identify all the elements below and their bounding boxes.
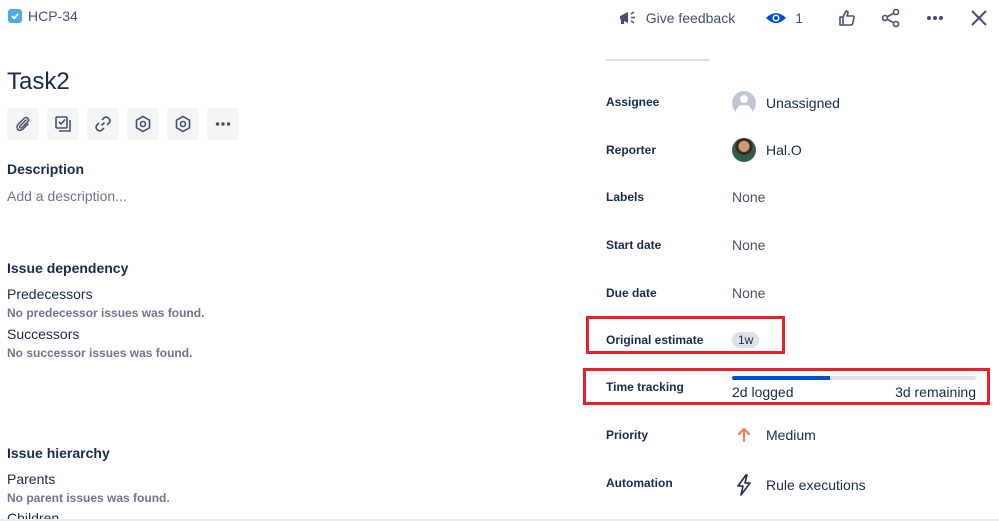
priority-value[interactable]: Medium <box>732 427 816 443</box>
task-type-icon <box>8 9 22 23</box>
eye-icon <box>766 13 787 23</box>
reporter-label: Reporter <box>606 143 657 157</box>
link-issue-button[interactable] <box>87 108 119 140</box>
start-date-label: Start date <box>606 238 662 252</box>
rule-executions-link: Rule executions <box>766 477 866 493</box>
thumbs-up-icon <box>839 10 855 26</box>
more-actions-button[interactable] <box>923 6 947 30</box>
app-action-button-2[interactable] <box>167 108 199 140</box>
give-feedback-label: Give feedback <box>645 10 736 26</box>
issue-actions-bar: Give feedback 1 <box>618 6 991 30</box>
link-icon <box>95 116 111 132</box>
avatar <box>732 138 756 162</box>
lightning-icon <box>737 474 751 496</box>
priority-medium-icon <box>738 427 750 442</box>
attach-icon <box>16 116 30 132</box>
issue-toolbar <box>7 108 239 140</box>
reporter-value[interactable]: Hal.O <box>732 138 802 162</box>
more-icon <box>215 122 231 126</box>
description-input[interactable]: Add a description... <box>7 188 127 204</box>
description-heading: Description <box>7 161 85 177</box>
issue-key-link[interactable]: HCP-34 <box>8 8 78 24</box>
labels-label: Labels <box>606 190 645 204</box>
highlight-time-tracking <box>583 368 990 405</box>
predecessors-label: Predecessors <box>7 286 93 302</box>
due-date-label: Due date <box>606 286 657 300</box>
automation-value[interactable]: Rule executions <box>732 474 866 496</box>
add-child-issue-button[interactable] <box>47 108 79 140</box>
issue-title[interactable]: Task2 <box>7 68 70 96</box>
attach-button[interactable] <box>7 108 39 140</box>
issue-hierarchy-heading: Issue hierarchy <box>7 445 110 461</box>
child-issue-icon <box>55 116 71 132</box>
share-icon <box>881 8 900 28</box>
more-toolbar-button[interactable] <box>207 108 239 140</box>
hexagon-icon <box>175 115 191 133</box>
successors-empty-note: No successor issues was found. <box>7 346 193 360</box>
assignee-value[interactable]: Unassigned <box>732 91 840 115</box>
labels-value[interactable]: None <box>732 189 765 205</box>
highlight-original-estimate <box>586 316 785 354</box>
predecessors-empty-note: No predecessor issues was found. <box>7 306 205 320</box>
megaphone-icon <box>619 11 635 24</box>
hexagon-icon <box>135 115 151 133</box>
assignee-name: Unassigned <box>766 95 840 111</box>
close-button[interactable] <box>967 6 991 30</box>
parents-label: Parents <box>7 471 56 487</box>
parents-empty-note: No parent issues was found. <box>7 491 170 505</box>
watch-button[interactable]: 1 <box>765 10 803 26</box>
avatar <box>732 91 756 115</box>
assignee-label: Assignee <box>606 95 660 109</box>
automation-label: Automation <box>606 476 673 490</box>
start-date-value[interactable]: None <box>732 237 765 253</box>
close-icon <box>971 10 987 26</box>
app-action-button[interactable] <box>127 108 159 140</box>
watch-count: 1 <box>795 10 803 26</box>
priority-label: Priority <box>606 428 649 442</box>
reporter-name: Hal.O <box>766 142 802 158</box>
details-tab-divider <box>606 59 710 61</box>
give-feedback-button[interactable]: Give feedback <box>618 9 736 27</box>
priority-name: Medium <box>766 427 816 443</box>
more-icon <box>927 16 943 20</box>
due-date-value[interactable]: None <box>732 285 765 301</box>
successors-label: Successors <box>7 326 80 342</box>
share-button[interactable] <box>879 6 903 30</box>
like-button[interactable] <box>835 6 859 30</box>
issue-key: HCP-34 <box>28 8 78 24</box>
issue-dependency-heading: Issue dependency <box>7 260 129 276</box>
